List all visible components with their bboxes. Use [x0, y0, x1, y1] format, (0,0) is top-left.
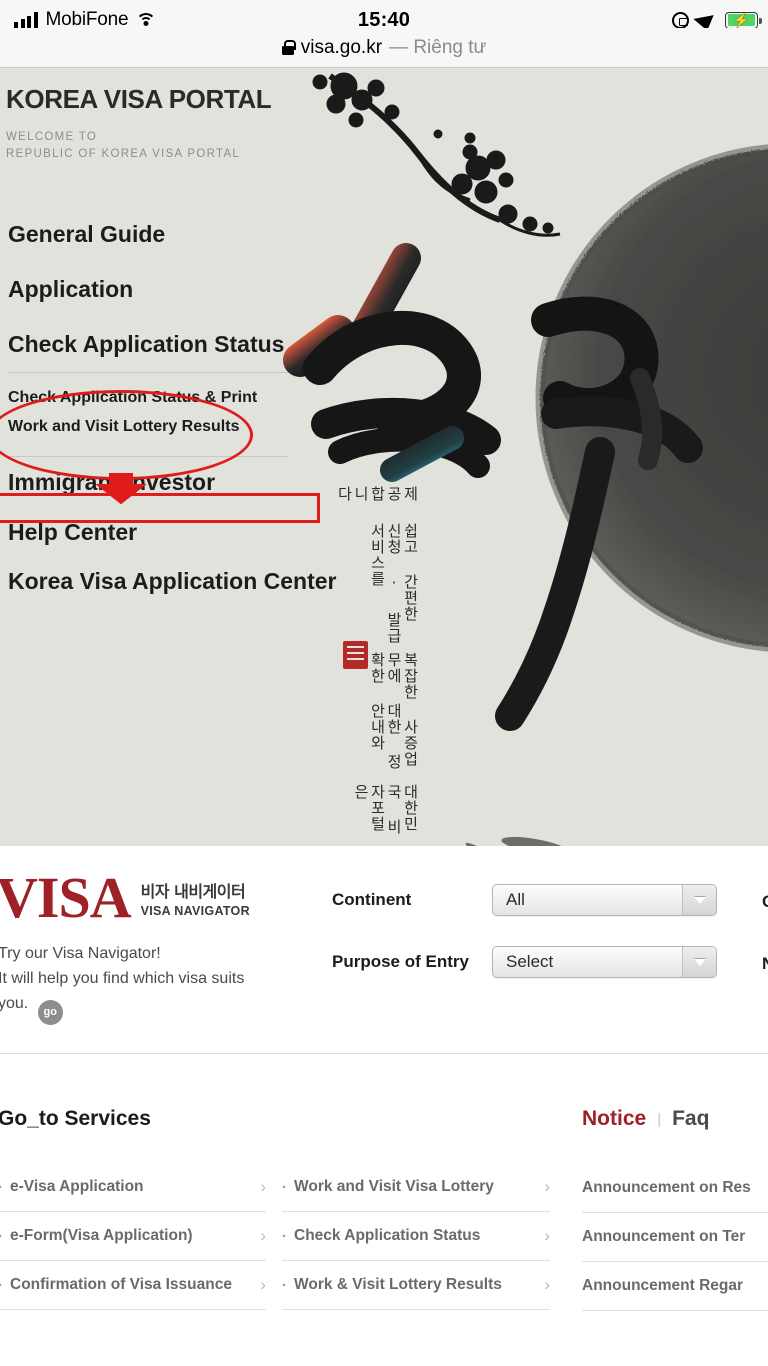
site-brand[interactable]: KOREA VISA PORTAL WELCOME TO REPUBLIC OF… [6, 84, 272, 162]
nav-divider-2 [8, 455, 288, 457]
service-label: Work and Visit Visa Lottery [294, 1178, 494, 1195]
nav-item-korea-visa-application-center[interactable]: Korea Visa Application Center [8, 567, 338, 596]
chevron-right-icon: › [544, 1275, 550, 1294]
chevron-right-icon: › [544, 1177, 550, 1196]
notice-item[interactable]: Announcement on Ter [582, 1213, 768, 1262]
brand-subtitle-line2: REPUBLIC OF KOREA VISA PORTAL [6, 147, 241, 160]
continent-label: Continent [332, 890, 412, 909]
notice-tab-bar: Notice | Faq [582, 1107, 768, 1131]
padlock-icon [281, 40, 296, 55]
url-host-label: visa.go.kr [300, 36, 383, 58]
notice-section: Notice | Faq Announcement on Res Announc… [582, 1107, 768, 1311]
url-privacy-label: — Riêng tư [389, 36, 487, 58]
service-label: Work & Visit Lottery Results [294, 1276, 502, 1293]
continent-field-row: Continent All [332, 884, 717, 916]
visa-wordmark: VISA [0, 865, 132, 930]
notice-item[interactable]: Announcement Regar [582, 1262, 768, 1311]
brand-subtitle-line1: WELCOME TO [6, 131, 98, 143]
tab-separator: | [657, 1110, 662, 1128]
tab-notice[interactable]: Notice [582, 1107, 646, 1131]
service-label: Check Application Status [294, 1227, 481, 1244]
nav-item-help-center[interactable]: Help Center [8, 518, 338, 547]
notice-item[interactable]: Announcement on Res [582, 1164, 768, 1213]
visa-navigator-english-label: VISA NAVIGATOR [140, 904, 250, 919]
services-column-2: · Work and Visit Visa Lottery › · Check … [282, 1163, 550, 1310]
bullet-icon: · [0, 1277, 3, 1294]
visa-navigator-subtitle: 비자 내비게이터 VISA NAVIGATOR [141, 878, 250, 924]
hero-vertical-line-4: 제공합니다 [335, 486, 420, 502]
services-section: Go_to Services · e-Visa Application › · … [0, 1055, 768, 1366]
service-label: Confirmation of Visa Issuance [10, 1276, 232, 1293]
visa-navigator-section: VISA 비자 내비게이터 VISA NAVIGATOR Try our Vis… [0, 846, 768, 1054]
browser-url-bar[interactable]: visa.go.kr — Riêng tư [0, 28, 768, 68]
visa-navigator-logo[interactable]: VISA 비자 내비게이터 VISA NAVIGATOR [0, 865, 250, 930]
blurb-line-2: It will help you find which visa suits [0, 969, 245, 987]
status-bar-right: ⚡ [672, 9, 762, 31]
chevron-right-icon: › [260, 1275, 266, 1294]
rotation-lock-icon [672, 11, 689, 29]
service-link-confirmation-of-visa-issuance[interactable]: · Confirmation of Visa Issuance › [0, 1261, 266, 1310]
brand-title: KOREA VISA PORTAL [6, 84, 272, 114]
nav-subitem-check-application-status-print[interactable]: Check Application Status & Print [8, 384, 338, 413]
service-link-work-and-visit-lottery-results[interactable]: · Work & Visit Lottery Results › [282, 1261, 550, 1310]
chevron-right-icon: › [260, 1226, 266, 1245]
bullet-icon: · [0, 1228, 3, 1245]
bullet-icon: · [282, 1227, 287, 1245]
service-label: e-Form(Visa Application) [10, 1227, 193, 1244]
main-navigation: General Guide Application Check Applicat… [8, 220, 338, 596]
continent-selected-value: All [506, 890, 525, 909]
tab-faq[interactable]: Faq [672, 1107, 709, 1131]
nav-divider-1 [8, 372, 288, 374]
continent-select[interactable]: All [492, 884, 717, 916]
services-title: Go_to Services [0, 1107, 151, 1130]
hero-section: 대한민국 비자포털은 복잡한 사증업무에 대한 정확한 안내와 쉽고 간편한 신… [0, 68, 768, 846]
nav-item-check-application-status[interactable]: Check Application Status [8, 330, 338, 359]
bullet-icon: · [282, 1276, 287, 1294]
nav-item-immigrant-investor[interactable]: Immigrant Investor [8, 468, 338, 497]
service-link-check-application-status[interactable]: · Check Application Status › [282, 1212, 550, 1261]
nav-item-general-guide[interactable]: General Guide [8, 220, 338, 249]
blurb-line-1: Try our Visa Navigator! [0, 945, 161, 962]
battery-charging-icon: ⚡ [725, 11, 762, 29]
nav-item-application[interactable]: Application [8, 275, 338, 304]
chevron-right-icon: › [260, 1177, 266, 1196]
service-link-e-form-visa-application[interactable]: · e-Form(Visa Application) › [0, 1212, 266, 1261]
purpose-selected-value: Select [506, 952, 554, 971]
service-label: e-Visa Application [10, 1178, 144, 1195]
hero-vertical-line-2: 복잡한 사증업무에 대한 정확한 안내와 [368, 651, 420, 770]
hero-vertical-text: 대한민국 비자포털은 복잡한 사증업무에 대한 정확한 안내와 쉽고 간편한 신… [335, 486, 420, 846]
purpose-field-row: Purpose of Entry Select [332, 946, 717, 978]
hero-vertical-line-1: 대한민국 비자포털은 [352, 784, 420, 836]
notice-list: Announcement on Res Announcement on Ter … [582, 1164, 768, 1311]
hero-vertical-line-3: 쉽고 간편한 신청 · 발급 서비스를 [368, 523, 420, 645]
blurb-line-3: you. [0, 994, 29, 1012]
chevron-down-icon[interactable] [682, 947, 716, 977]
bullet-icon: · [282, 1178, 287, 1196]
service-link-e-visa-application[interactable]: · e-Visa Application › [0, 1163, 266, 1212]
phone-screen: MobiFone 15:40 ⚡ visa.go.kr — Riêng tư 대… [0, 0, 768, 1366]
purpose-of-entry-label: Purpose of Entry [332, 952, 469, 971]
service-link-work-and-visit-visa-lottery[interactable]: · Work and Visit Visa Lottery › [282, 1163, 550, 1212]
blurb-line-3-wrapper: you. go [0, 992, 268, 1025]
go-button[interactable]: go [37, 999, 63, 1025]
visa-navigator-korean-label: 비자 내비게이터 [140, 882, 246, 902]
purpose-of-entry-select[interactable]: Select [492, 946, 717, 978]
offscreen-label-2: N [762, 954, 768, 974]
bullet-icon: · [0, 1179, 3, 1196]
nav-subitem-work-and-visit-lottery-results[interactable]: Work and Visit Lottery Results [8, 413, 338, 442]
services-column-1: · e-Visa Application › · e-Form(Visa App… [0, 1163, 266, 1310]
chevron-right-icon: › [544, 1226, 550, 1245]
visa-navigator-blurb: Try our Visa Navigator! It will help you… [0, 942, 268, 1025]
brand-subtitle: WELCOME TO REPUBLIC OF KOREA VISA PORTAL [6, 129, 271, 162]
chevron-down-icon[interactable] [682, 885, 716, 915]
offscreen-label-1: C [762, 892, 768, 912]
